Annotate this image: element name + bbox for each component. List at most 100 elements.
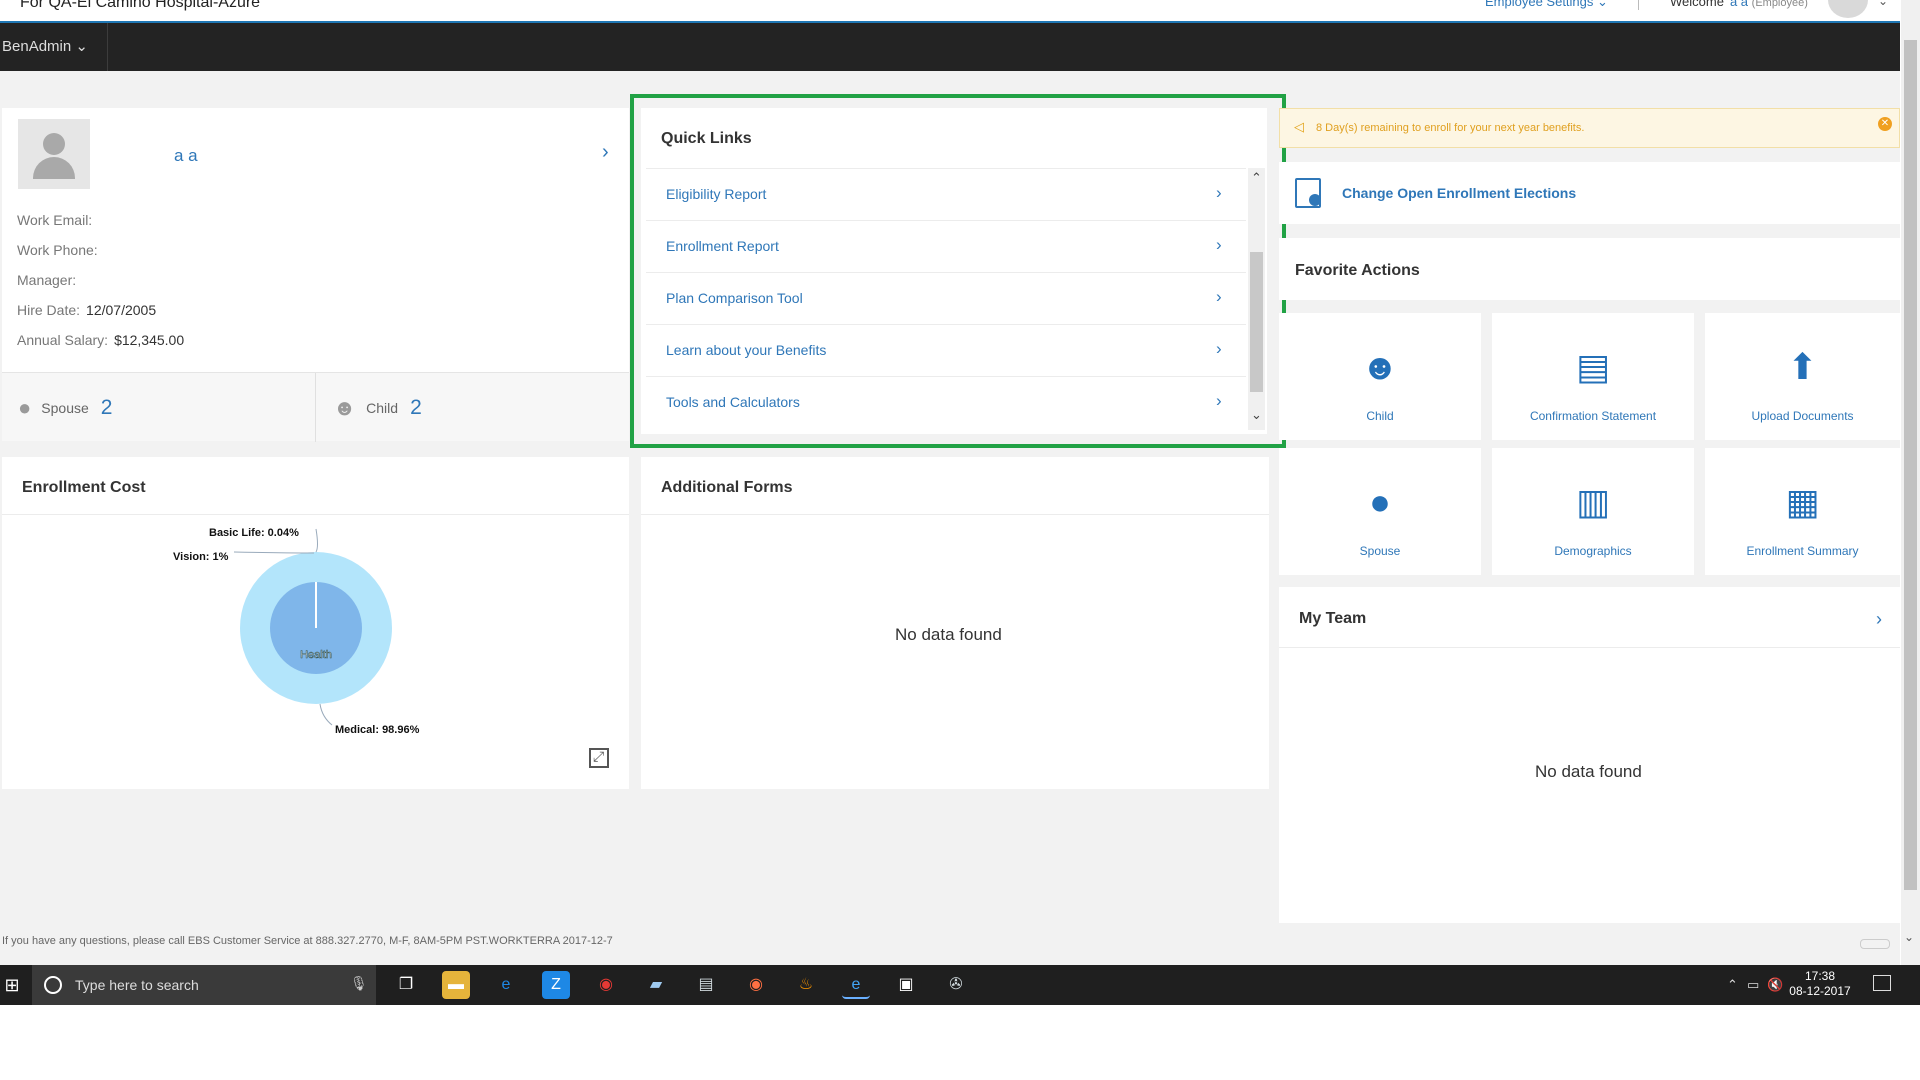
divider (2, 514, 629, 515)
quick-link-item[interactable]: Learn about your Benefits › (646, 324, 1246, 376)
label-leader (315, 528, 318, 553)
quick-link-label: Eligibility Report (666, 186, 767, 202)
volume-muted-icon[interactable]: 🔇 (1767, 977, 1783, 993)
task-view-icon[interactable]: ❐ (392, 971, 420, 999)
cortana-icon (44, 976, 62, 994)
child-count: 2 (410, 395, 422, 419)
scrollbar-thumb[interactable] (1250, 252, 1263, 392)
additional-forms-empty: No data found (895, 625, 1002, 644)
my-team-title: My Team (1299, 610, 1367, 627)
edge-icon[interactable]: e (492, 971, 520, 999)
flame-app-icon[interactable]: ♨ (792, 971, 820, 999)
fav-tile-enrollment-summary[interactable]: ▦ Enrollment Summary (1705, 448, 1900, 575)
internet-explorer-icon[interactable]: e (842, 971, 870, 999)
dashboard: a a › Work Email: Work Phone: Manager: H… (0, 71, 1900, 965)
work-phone-row: Work Phone: (17, 242, 104, 258)
divider (1279, 647, 1900, 648)
salary-row: Annual Salary: $12,345.00 (17, 332, 184, 348)
expand-icon[interactable] (589, 748, 609, 768)
screen: For QA-El Camino Hospital-Azure Employee… (0, 0, 1920, 1080)
quick-link-item[interactable]: Plan Comparison Tool › (646, 272, 1246, 324)
page-scrollbar[interactable]: ⌄ (1901, 0, 1920, 965)
nav-benadmin[interactable]: BenAdmin ⌄ (0, 23, 108, 71)
quick-link-item[interactable]: Eligibility Report › (646, 168, 1246, 220)
chevron-down-icon[interactable]: ⌄ (1251, 407, 1262, 423)
nav-bar: BenAdmin ⌄ (0, 23, 1900, 71)
blank-area (0, 1005, 1920, 1080)
fav-tile-demographics[interactable]: ▥ Demographics (1492, 448, 1694, 575)
chevron-up-icon[interactable]: ⌃ (1727, 977, 1738, 993)
welcome-text: Welcome a a (Employee) (1670, 0, 1808, 9)
file-explorer-icon[interactable]: ▬ (442, 971, 470, 999)
chevron-right-icon[interactable]: › (602, 141, 609, 164)
megaphone-icon: ◁ (1294, 119, 1304, 134)
nav-benadmin-label: BenAdmin (2, 38, 72, 55)
fav-tile-label: Child (1366, 409, 1394, 423)
user-avatar[interactable] (1828, 0, 1868, 18)
work-email-row: Work Email: (17, 212, 98, 228)
app-icon[interactable]: ▰ (642, 971, 670, 999)
upload-icon: ⬆ (1787, 346, 1818, 387)
hire-date-value: 12/07/2005 (86, 302, 157, 318)
welcome-user-role: (Employee) (1751, 0, 1808, 9)
confirmation-statement-icon: ▤ (1575, 346, 1610, 387)
quick-links-scrollbar[interactable]: ⌃ ⌄ (1248, 168, 1265, 430)
photos-icon[interactable]: ▣ (892, 971, 920, 999)
notification-icon[interactable] (1873, 975, 1891, 991)
top-header: For QA-El Camino Hospital-Azure Employee… (0, 0, 1900, 23)
welcome-user-name[interactable]: a a (1730, 0, 1748, 9)
header-divider (1638, 0, 1639, 10)
taskbar-search[interactable]: Type here to search 🎙 (32, 965, 376, 1005)
app-icon[interactable]: ▤ (692, 971, 720, 999)
child-dependent[interactable]: ☻ Child 2 (333, 373, 422, 442)
hire-date-row: Hire Date: 12/07/2005 (17, 302, 156, 318)
chevron-right-icon: › (1216, 235, 1222, 254)
fav-tile-label: Enrollment Summary (1746, 544, 1859, 558)
network-icon[interactable]: ▭ (1747, 977, 1759, 993)
quick-link-label: Enrollment Report (666, 238, 779, 254)
scrollbar-thumb[interactable] (1904, 40, 1917, 890)
taskbar-clock[interactable]: 17:38 08-12-2017 (1785, 969, 1855, 999)
employee-settings-link[interactable]: Employee Settings ⌄ (1485, 0, 1608, 10)
quick-links-card: Quick Links Eligibility Report › Enrollme… (641, 108, 1267, 434)
chevron-right-icon: › (1216, 339, 1222, 358)
clock-date: 08-12-2017 (1789, 984, 1851, 998)
open-enrollment-link[interactable]: Change Open Enrollment Elections (1342, 185, 1576, 201)
label-leader (319, 703, 333, 726)
windows-start-icon[interactable]: ⊞ (0, 965, 24, 1005)
quick-link-item[interactable]: Tools and Calculators › (646, 376, 1246, 428)
my-team-card: My Team › No data found (1279, 587, 1900, 923)
app-icon[interactable]: ✇ (942, 971, 970, 999)
salary-label: Annual Salary: (17, 332, 109, 348)
chevron-up-icon[interactable]: ⌃ (1251, 170, 1262, 186)
enrollment-summary-icon: ▦ (1785, 481, 1820, 522)
microphone-icon[interactable]: 🎙 (350, 975, 368, 992)
enrollment-cost-chart: Basic Life: 0.04% Vision: 1% Medical: 98… (173, 527, 420, 736)
slice-label-health: Health (300, 649, 332, 661)
welcome-label: Welcome (1670, 0, 1724, 9)
fav-tile-upload-documents[interactable]: ⬆ Upload Documents (1705, 313, 1900, 440)
fav-tile-child[interactable]: ☻ Child (1279, 313, 1481, 440)
spouse-dependent[interactable]: ● Spouse 2 (18, 373, 112, 442)
chevron-down-icon[interactable]: ⌄ (1904, 930, 1914, 944)
quick-link-item[interactable]: Enrollment Report › (646, 220, 1246, 272)
close-icon[interactable]: ✕ (1878, 117, 1892, 131)
firefox-icon[interactable]: ◉ (742, 971, 770, 999)
fav-tile-confirmation-statement[interactable]: ▤ Confirmation Statement (1492, 313, 1694, 440)
company-name: For QA-El Camino Hospital-Azure (20, 0, 261, 11)
taskbar-search-placeholder: Type here to search (75, 977, 199, 993)
additional-forms-card: Additional Forms No data found (641, 457, 1269, 789)
quick-links-list: Eligibility Report › Enrollment Report › P… (646, 168, 1246, 428)
fav-tile-label: Upload Documents (1751, 409, 1854, 423)
divider (641, 514, 1269, 515)
chrome-icon[interactable]: ◉ (592, 971, 620, 999)
quick-links-title: Quick Links (661, 130, 752, 147)
profile-name[interactable]: a a (174, 146, 198, 166)
chevron-right-icon[interactable]: › (1876, 609, 1882, 630)
person-icon: ● (18, 394, 32, 420)
fav-tile-spouse[interactable]: ● Spouse (1279, 448, 1481, 575)
open-enrollment-card[interactable]: Change Open Enrollment Elections (1279, 162, 1900, 224)
chevron-down-icon[interactable]: ⌄ (1878, 0, 1888, 8)
zoom-app-icon[interactable]: Z (542, 971, 570, 999)
spouse-count: 2 (100, 395, 113, 419)
